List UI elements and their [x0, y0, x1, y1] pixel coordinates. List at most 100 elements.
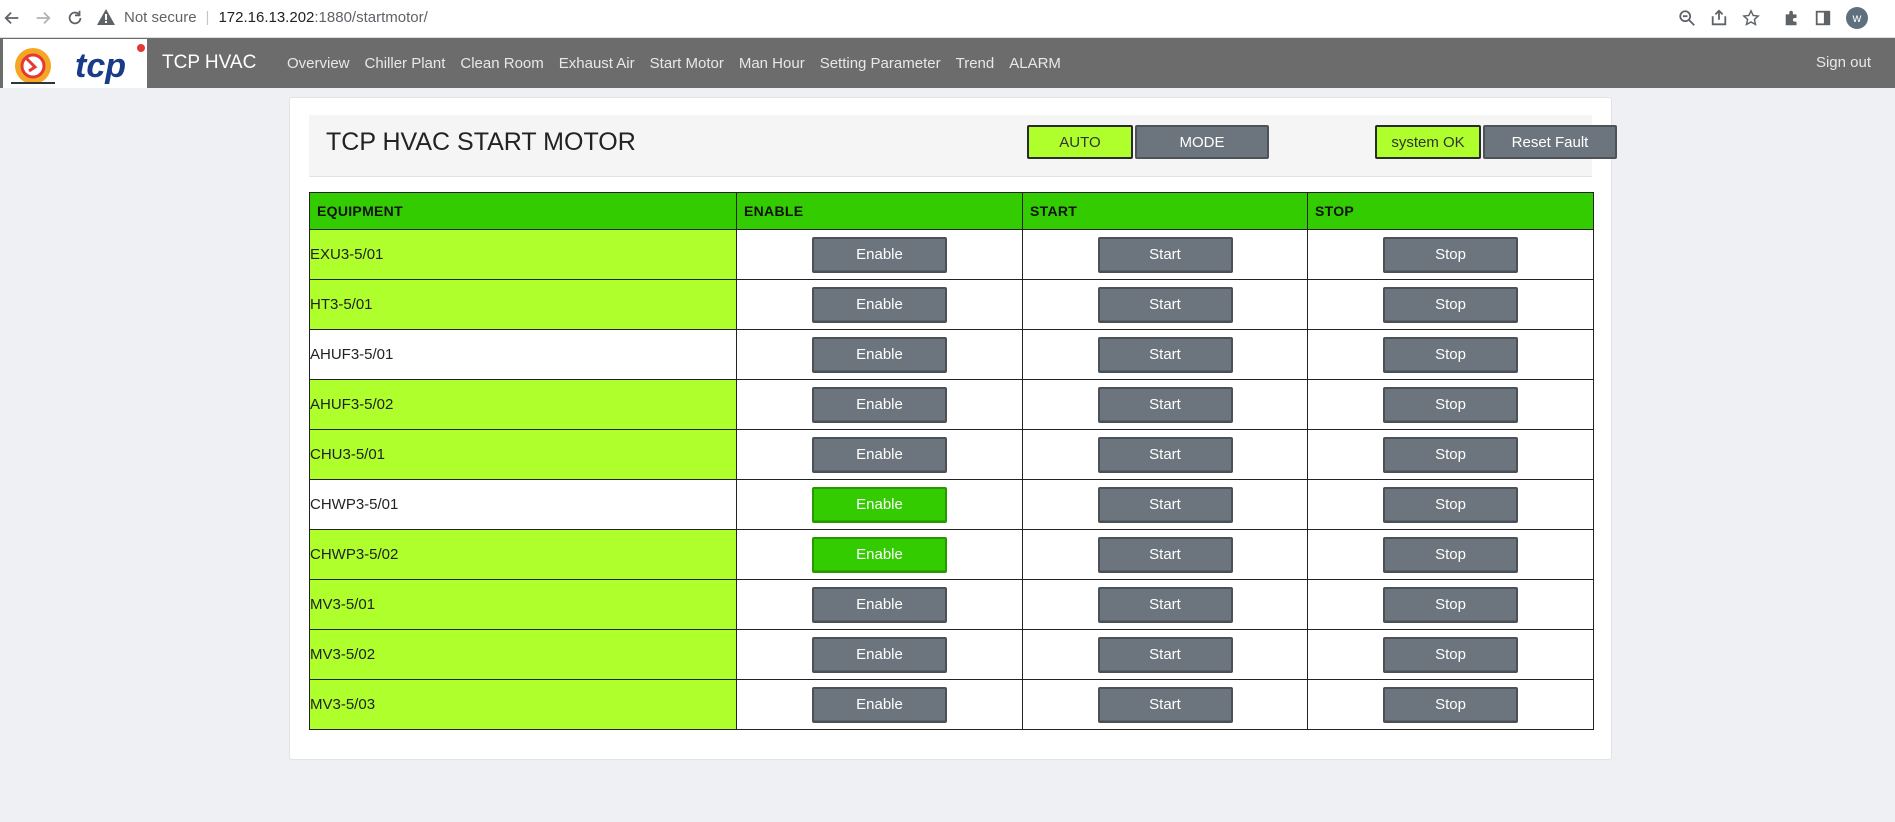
svg-text:tcp: tcp [75, 47, 126, 85]
stop-button[interactable]: Stop [1383, 336, 1518, 373]
start-button[interactable]: Start [1097, 586, 1233, 623]
share-icon[interactable] [1707, 6, 1731, 30]
address-bar[interactable]: Not secure | 172.16.13.202:1880/startmot… [96, 2, 1666, 32]
brand-title[interactable]: TCP HVAC [162, 38, 256, 88]
start-button[interactable]: Start [1097, 536, 1233, 573]
stop-button[interactable]: Stop [1383, 586, 1518, 623]
enable-button[interactable]: Enable [812, 286, 947, 323]
column-header-enable: ENABLE [736, 192, 1023, 230]
forward-arrow-icon[interactable] [30, 5, 56, 31]
start-cell: Start [1022, 679, 1308, 730]
enable-button[interactable]: Enable [812, 386, 947, 423]
stop-button[interactable]: Stop [1383, 286, 1518, 323]
url-path: :1880/startmotor/ [314, 8, 428, 26]
extensions-puzzle-icon[interactable] [1780, 6, 1804, 30]
enable-cell: Enable [736, 279, 1023, 330]
start-cell: Start [1022, 279, 1308, 330]
enable-button[interactable]: Enable [812, 336, 947, 373]
enable-button[interactable]: Enable [812, 236, 947, 273]
stop-cell: Stop [1307, 379, 1594, 430]
reset-fault-button[interactable]: Reset Fault [1483, 125, 1617, 159]
stop-button[interactable]: Stop [1383, 636, 1518, 673]
enable-button[interactable]: Enable [812, 486, 947, 523]
table-row: AHUF3-5/02 Enable Start Stop [309, 379, 1594, 430]
bookmark-star-icon[interactable] [1739, 6, 1763, 30]
stop-cell: Stop [1307, 579, 1594, 630]
stop-cell: Stop [1307, 229, 1594, 280]
stop-cell: Stop [1307, 529, 1594, 580]
nav-trend[interactable]: Trend [956, 55, 995, 72]
start-button[interactable]: Start [1097, 386, 1233, 423]
equipment-name: CHWP3-5/01 [309, 479, 737, 530]
column-header-stop: STOP [1307, 192, 1594, 230]
content-card: TCP HVAC START MOTOR AUTO MODE system OK… [289, 97, 1617, 760]
table-row: MV3-5/01 Enable Start Stop [309, 579, 1594, 630]
stop-button[interactable]: Stop [1383, 386, 1518, 423]
equipment-name: MV3-5/01 [309, 579, 737, 630]
reload-icon[interactable] [62, 5, 88, 31]
profile-avatar[interactable]: w [1846, 7, 1868, 29]
back-arrow-icon[interactable] [0, 5, 25, 31]
side-panel-icon[interactable] [1811, 6, 1835, 30]
stop-button[interactable]: Stop [1383, 686, 1518, 723]
enable-cell: Enable [736, 529, 1023, 580]
nav-chiller-plant[interactable]: Chiller Plant [365, 55, 446, 72]
stop-cell: Stop [1307, 479, 1594, 530]
equipment-name: HT3-5/01 [309, 279, 737, 330]
start-cell: Start [1022, 429, 1308, 480]
enable-cell: Enable [736, 429, 1023, 480]
table-row: CHWP3-5/01 Enable Start Stop [309, 479, 1594, 530]
enable-button[interactable]: Enable [812, 536, 947, 573]
nav-setting-parameter[interactable]: Setting Parameter [820, 55, 941, 72]
start-button[interactable]: Start [1097, 436, 1233, 473]
table-row: CHWP3-5/02 Enable Start Stop [309, 529, 1594, 580]
nav-overview[interactable]: Overview [287, 55, 350, 72]
sign-out-link[interactable]: Sign out [1816, 38, 1871, 88]
page-title: TCP HVAC START MOTOR [326, 128, 636, 156]
stop-button[interactable]: Stop [1383, 236, 1518, 273]
nav-exhaust-air[interactable]: Exhaust Air [559, 55, 635, 72]
start-cell: Start [1022, 329, 1308, 380]
enable-cell: Enable [736, 479, 1023, 530]
start-button[interactable]: Start [1097, 486, 1233, 523]
start-cell: Start [1022, 379, 1308, 430]
enable-button[interactable]: Enable [812, 636, 947, 673]
start-button[interactable]: Start [1097, 286, 1233, 323]
enable-button[interactable]: Enable [812, 586, 947, 623]
start-cell: Start [1022, 479, 1308, 530]
mode-button[interactable]: MODE [1135, 125, 1269, 159]
tcp-logo[interactable]: tcp [3, 39, 147, 88]
auto-button[interactable]: AUTO [1027, 125, 1133, 159]
stop-cell: Stop [1307, 279, 1594, 330]
start-button[interactable]: Start [1097, 236, 1233, 273]
stop-cell: Stop [1307, 679, 1594, 730]
nav-start-motor[interactable]: Start Motor [650, 55, 724, 72]
column-header-start: START [1022, 192, 1308, 230]
equipment-name: MV3-5/03 [309, 679, 737, 730]
page-header: TCP HVAC START MOTOR AUTO MODE system OK… [309, 115, 1617, 177]
start-button[interactable]: Start [1097, 686, 1233, 723]
table-row: MV3-5/03 Enable Start Stop [309, 679, 1594, 730]
system-status-badge[interactable]: system OK [1375, 125, 1481, 159]
nav-alarm[interactable]: ALARM [1009, 55, 1061, 72]
nav-clean-room[interactable]: Clean Room [460, 55, 543, 72]
stop-cell: Stop [1307, 629, 1594, 680]
stop-button[interactable]: Stop [1383, 536, 1518, 573]
stop-button[interactable]: Stop [1383, 486, 1518, 523]
stop-button[interactable]: Stop [1383, 436, 1518, 473]
start-button[interactable]: Start [1097, 336, 1233, 373]
not-secure-label: Not secure [124, 8, 197, 26]
start-cell: Start [1022, 579, 1308, 630]
start-cell: Start [1022, 229, 1308, 280]
zoom-icon[interactable] [1675, 6, 1699, 30]
enable-cell: Enable [736, 379, 1023, 430]
equipment-table: EQUIPMENT ENABLE START STOP EXU3-5/01 Ena… [309, 192, 1594, 730]
enable-button[interactable]: Enable [812, 686, 947, 723]
nav-man-hour[interactable]: Man Hour [739, 55, 805, 72]
start-button[interactable]: Start [1097, 636, 1233, 673]
table-row: CHU3-5/01 Enable Start Stop [309, 429, 1594, 480]
nav-links: Overview Chiller Plant Clean Room Exhaus… [287, 38, 1076, 88]
enable-cell: Enable [736, 329, 1023, 380]
enable-button[interactable]: Enable [812, 436, 947, 473]
enable-cell: Enable [736, 679, 1023, 730]
